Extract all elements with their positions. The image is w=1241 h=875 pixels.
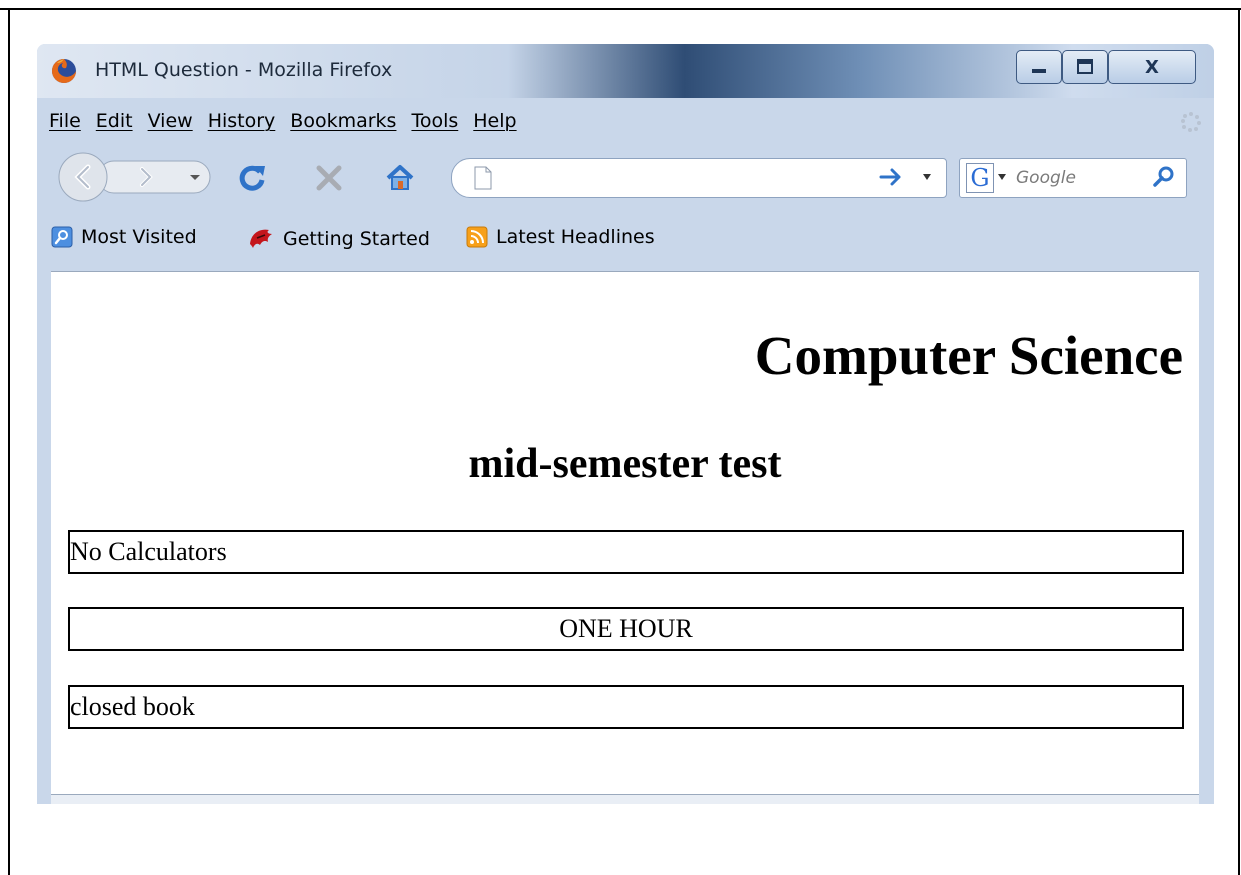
menu-bookmarks[interactable]: Bookmarks: [290, 110, 396, 140]
menu-help[interactable]: Help: [473, 110, 516, 140]
menu-history[interactable]: History: [208, 110, 276, 140]
bookmark-label: Most Visited: [81, 226, 197, 248]
maximize-icon: [1077, 59, 1093, 74]
address-bar[interactable]: [451, 158, 947, 198]
menu-bar: File Edit View History Bookmarks Tools H…: [49, 110, 532, 140]
search-icon[interactable]: [1152, 165, 1176, 189]
reload-icon[interactable]: [236, 162, 268, 194]
window-title: HTML Question - Mozilla Firefox: [95, 59, 393, 81]
no-calculators-box: No Calculators: [68, 530, 1184, 574]
closed-book-box: closed book: [68, 685, 1184, 729]
google-engine-icon[interactable]: G: [966, 163, 994, 193]
most-visited-icon: [51, 226, 73, 248]
one-hour-box: ONE HOUR: [68, 607, 1184, 651]
frame-right-line: [1238, 8, 1240, 875]
go-arrow-icon[interactable]: [878, 165, 904, 189]
maximize-button[interactable]: [1062, 50, 1108, 84]
home-icon[interactable]: [384, 162, 416, 194]
page-heading: Computer Science: [754, 325, 1183, 386]
minimize-button[interactable]: [1016, 50, 1062, 84]
throbber-icon: [1181, 112, 1201, 132]
stop-icon[interactable]: [313, 162, 345, 194]
menu-view[interactable]: View: [148, 110, 193, 140]
browser-window: HTML Question - Mozilla Firefox X File E…: [37, 44, 1214, 804]
menu-file[interactable]: File: [49, 110, 81, 140]
frame-left-line: [8, 8, 10, 875]
url-history-dropdown-icon[interactable]: [922, 173, 932, 181]
title-bar[interactable]: HTML Question - Mozilla Firefox X: [37, 44, 1214, 98]
search-input[interactable]: [1014, 164, 1138, 192]
minimize-icon: [1032, 69, 1046, 73]
close-button[interactable]: X: [1108, 50, 1196, 84]
bookmark-label: Latest Headlines: [496, 226, 655, 248]
close-icon: X: [1145, 56, 1159, 78]
page-content: Computer Science mid-semester test No Ca…: [51, 271, 1199, 795]
bookmark-latest-headlines[interactable]: Latest Headlines: [466, 226, 655, 248]
frame-top-line: [0, 8, 1241, 10]
bookmark-label: Getting Started: [283, 228, 430, 250]
page-subheading: mid-semester test: [468, 441, 782, 487]
back-forward-buttons[interactable]: [58, 152, 216, 202]
rss-feed-icon: [466, 226, 488, 248]
navigation-toolbar: G: [37, 152, 1214, 204]
red-dragon-icon: [250, 229, 272, 248]
firefox-icon: [52, 59, 76, 83]
url-input[interactable]: [514, 163, 878, 193]
bookmark-most-visited[interactable]: Most Visited: [51, 226, 197, 248]
page-icon: [474, 166, 492, 190]
bookmark-getting-started[interactable]: Getting Started: [247, 226, 430, 252]
menu-tools[interactable]: Tools: [411, 110, 458, 140]
menu-edit[interactable]: Edit: [96, 110, 133, 140]
search-engine-dropdown-icon[interactable]: [998, 174, 1006, 180]
bookmarks-toolbar: Most Visited Getting Started Latest Head…: [37, 220, 1214, 256]
status-bar: [51, 794, 1199, 804]
search-bar[interactable]: G: [959, 158, 1187, 198]
